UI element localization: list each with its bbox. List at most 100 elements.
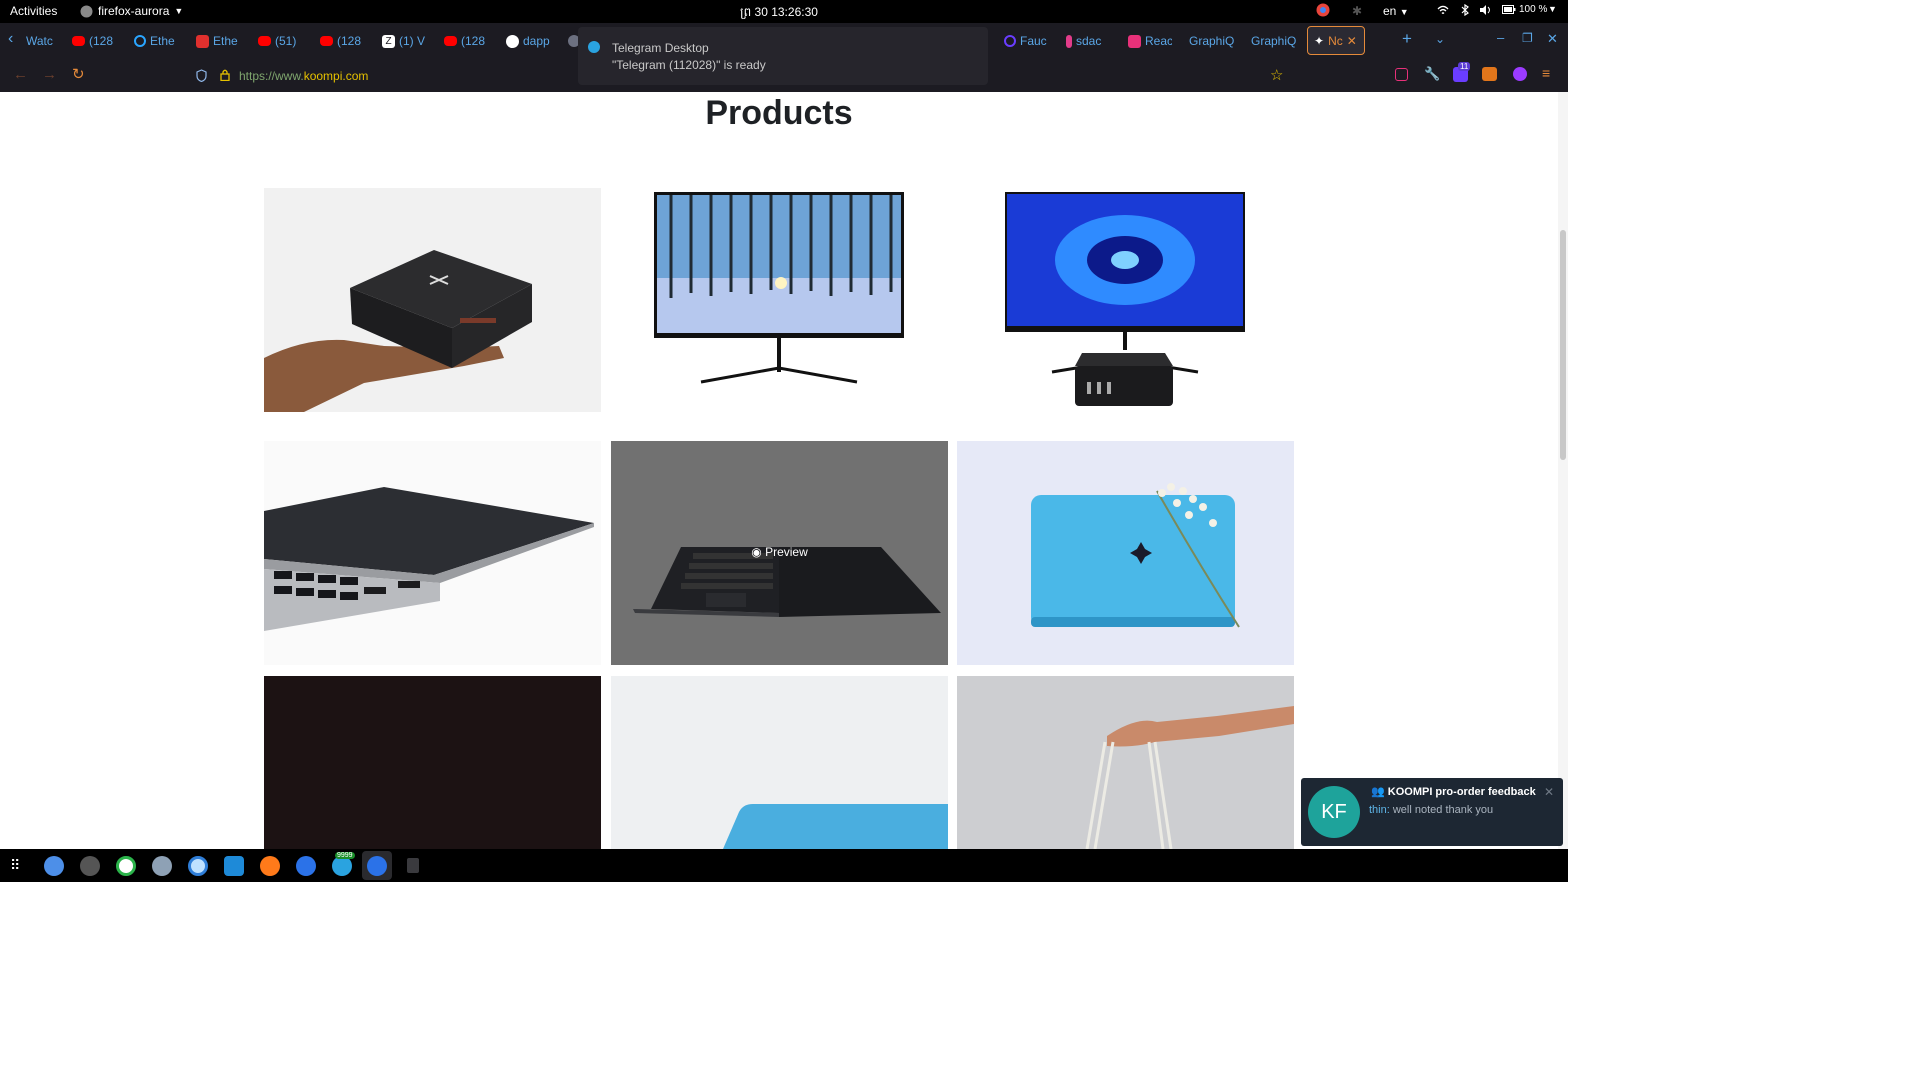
app-menu[interactable]: firefox-aurora ▼ — [80, 4, 183, 18]
dev-tools-wrench-icon[interactable]: 🔧 — [1424, 66, 1440, 82]
firefox-nightly-icon[interactable] — [296, 856, 316, 876]
browser-icon[interactable] — [188, 856, 208, 876]
product-card-monitor-bundle[interactable] — [957, 188, 1294, 412]
app-icon[interactable] — [152, 856, 172, 876]
preview-overlay[interactable]: ◉ Preview — [611, 545, 948, 559]
bluetooth-muted-icon: ✱ — [1352, 4, 1363, 18]
chat-feedback-toast[interactable]: KF 👥 KOOMPI pro-order feedback thin: wel… — [1301, 778, 1563, 846]
telegram-unread-badge: 9999 — [335, 852, 355, 859]
product-card-tote-bag[interactable] — [957, 676, 1294, 849]
tab-5[interactable]: (128 — [320, 32, 364, 50]
wifi-icon[interactable] — [1437, 4, 1449, 19]
toast-title-row: 👥 KOOMPI pro-order feedback — [1371, 785, 1536, 798]
avatar: KF — [1308, 786, 1360, 838]
trash-icon[interactable] — [407, 858, 419, 873]
tab-7[interactable]: (128 — [444, 32, 488, 50]
tab-3[interactable]: Ethe — [196, 32, 240, 50]
system-top-bar: Activities firefox-aurora ▼ ព្រ 30 13:26… — [0, 0, 1568, 23]
vscode-icon[interactable] — [224, 856, 244, 876]
system-menu-chevron-icon[interactable]: ▼ — [1548, 4, 1557, 14]
firefox-aurora-icon[interactable] — [367, 856, 387, 876]
notification-body: "Telegram (112028)" is ready — [612, 58, 766, 72]
product-card-laptop-open-hover[interactable]: ◉ Preview — [611, 441, 948, 665]
tracking-shield-icon[interactable] — [196, 69, 207, 87]
tab-label: GraphiQ — [1189, 34, 1235, 48]
tab-12[interactable]: GraphiQ — [1189, 32, 1235, 50]
tab-13[interactable]: GraphiQ — [1251, 32, 1297, 50]
language-label: en — [1383, 4, 1397, 18]
product-card-monitor[interactable] — [611, 188, 948, 412]
page-scrollbar[interactable] — [1558, 92, 1568, 849]
list-all-tabs-icon[interactable]: ⌄ — [1435, 32, 1445, 46]
back-icon[interactable]: ← — [13, 66, 28, 83]
lock-icon[interactable] — [220, 68, 230, 86]
tab-4[interactable]: (51) — [258, 32, 298, 50]
tab-1[interactable]: (128 — [72, 32, 118, 50]
tab-0[interactable]: Watc — [26, 32, 56, 50]
page-content: Products ◉ Preview — [0, 92, 1558, 849]
chrome-indicator-icon[interactable] — [1316, 3, 1330, 20]
extension-badge: 11 — [1458, 62, 1471, 71]
app-menu-label: firefox-aurora — [98, 4, 170, 18]
tab-label: (128 — [89, 34, 114, 48]
reload-icon[interactable]: ↻ — [72, 65, 85, 83]
url-text[interactable]: https://www.koompi.com — [239, 69, 368, 83]
telegram-icon[interactable] — [332, 856, 352, 876]
tab-2[interactable]: Ethe — [134, 32, 178, 50]
telegram-notification[interactable]: Telegram Desktop "Telegram (112028)" is … — [578, 27, 988, 85]
tab-label: Nc — [1328, 33, 1343, 48]
product-card-mini-pc[interactable] — [264, 188, 601, 412]
url-domain: koompi.com — [303, 69, 369, 83]
product-card-dark[interactable] — [264, 676, 601, 849]
product-card-laptop-blue[interactable] — [957, 441, 1294, 665]
pocket-icon[interactable] — [1395, 68, 1408, 81]
chrome-icon[interactable] — [44, 856, 64, 876]
language-indicator[interactable]: en ▼ — [1383, 4, 1409, 18]
clock[interactable]: ព្រ 30 13:26:30 — [740, 4, 818, 22]
url-prefix: https://www. — [239, 69, 304, 83]
chevron-down-icon: ▼ — [1399, 7, 1409, 17]
tab-label: (128 — [337, 34, 362, 48]
toast-title: KOOMPI pro-order feedback — [1387, 786, 1536, 798]
faucet-icon — [1004, 35, 1016, 47]
firefox-icon[interactable] — [260, 856, 280, 876]
restore-icon[interactable]: ❐ — [1522, 31, 1533, 45]
hamburger-menu-icon[interactable]: ≡ — [1542, 65, 1550, 81]
show-apps-grid-icon[interactable]: ⠿ — [10, 857, 20, 874]
minimize-icon[interactable]: – — [1497, 30, 1504, 45]
volume-icon[interactable] — [1479, 4, 1493, 19]
react-icon — [1128, 34, 1141, 48]
new-tab-icon[interactable]: + — [1402, 29, 1412, 49]
terminal-icon[interactable] — [80, 856, 100, 876]
tab-6[interactable]: Z (1) V — [382, 32, 426, 50]
tab-scroll-left-icon[interactable]: ‹ — [8, 30, 13, 48]
tab-9[interactable]: Fauc — [1004, 32, 1048, 50]
blue-laptop-top-image — [611, 676, 948, 849]
metamask-icon[interactable] — [1482, 67, 1497, 81]
forward-icon[interactable]: → — [42, 66, 57, 83]
notification-title: Telegram Desktop — [612, 41, 709, 55]
eye-icon: ◉ — [751, 545, 762, 559]
close-toast-icon[interactable]: ✕ — [1544, 785, 1554, 799]
mongodb-compass-icon[interactable] — [116, 856, 136, 876]
wallet-extension-icon[interactable] — [1513, 67, 1527, 81]
toast-sender: thin: — [1369, 804, 1390, 816]
bookmark-star-icon[interactable]: ☆ — [1270, 66, 1283, 84]
product-card-blue-laptop-top[interactable] — [611, 676, 948, 849]
battery-indicator[interactable]: 100 % — [1502, 4, 1547, 15]
youtube-icon — [444, 36, 457, 46]
firefox-aurora-icon — [80, 5, 93, 17]
toast-message: well noted thank you — [1392, 804, 1494, 816]
product-card-laptop-side[interactable] — [264, 441, 601, 665]
tab-label: GraphiQ — [1251, 34, 1297, 48]
bluetooth-icon[interactable] — [1460, 3, 1470, 19]
tab-11[interactable]: Reac — [1128, 32, 1172, 50]
tab-active[interactable]: ✦ Nc ✕ — [1307, 26, 1365, 55]
group-icon: 👥 — [1371, 786, 1385, 798]
activities-button[interactable]: Activities — [10, 4, 57, 18]
close-window-icon[interactable]: ✕ — [1547, 31, 1558, 47]
close-tab-icon[interactable]: ✕ — [1347, 34, 1357, 48]
tab-8[interactable]: dapp — [506, 32, 552, 50]
tab-10[interactable]: sdac — [1066, 32, 1110, 50]
scrollbar-thumb[interactable] — [1560, 230, 1566, 460]
